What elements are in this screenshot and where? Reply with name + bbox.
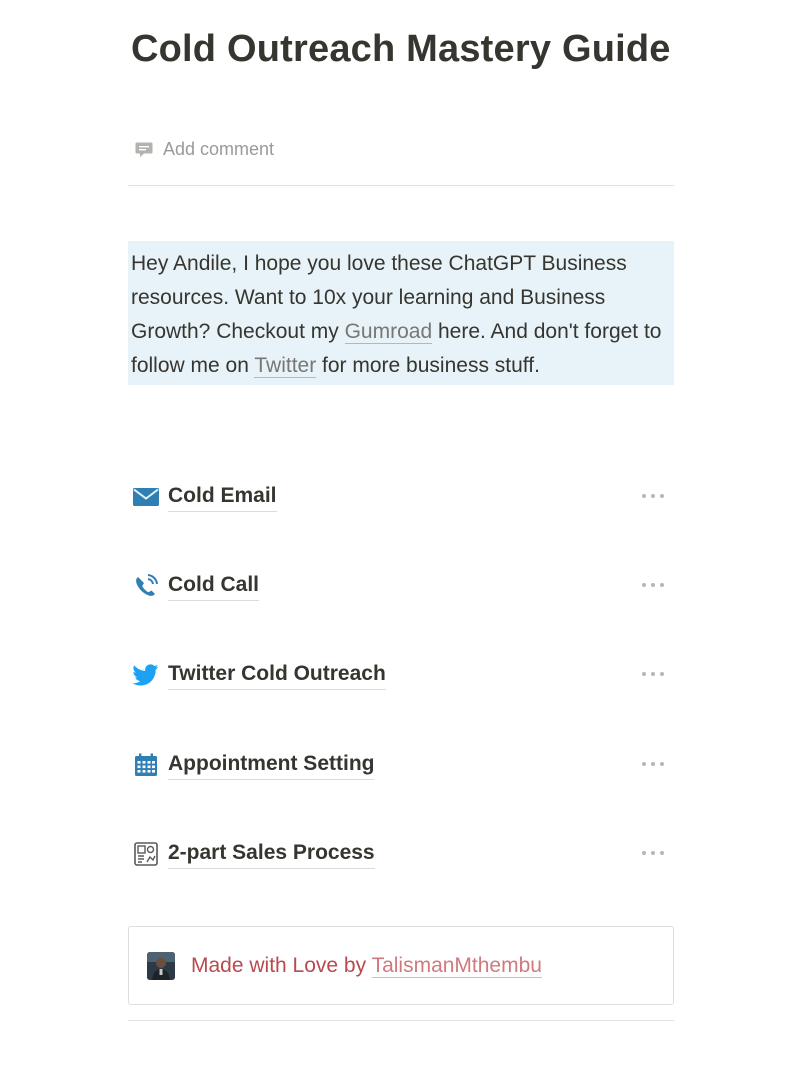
calendar-icon [132,751,160,779]
avatar [147,951,175,980]
more-options-icon[interactable] [642,491,664,501]
add-comment-button[interactable]: Add comment [134,136,274,162]
add-comment-label: Add comment [163,138,275,159]
page-link-cold-call[interactable]: Cold Call [128,566,674,606]
page-link-2-part-sales-process[interactable]: 2-part Sales Process [128,834,674,874]
twitter-link[interactable]: Twitter [254,354,317,378]
more-options-icon[interactable] [642,759,664,769]
author-link[interactable]: TalismanMthembu [371,953,542,978]
page-link-label: Twitter Cold Outreach [168,660,386,690]
page-title[interactable]: Cold Outreach Mastery Guide [131,24,671,74]
gumroad-link[interactable]: Gumroad [344,320,433,344]
page-link-cold-email[interactable]: Cold Email [128,477,674,517]
page-link-appointment-setting[interactable]: Appointment Setting [128,745,674,785]
title-divider [128,185,674,186]
footer-text: Made with Love by [191,953,372,977]
callout-block[interactable]: Hey Andile, I hope you love these ChatGP… [128,241,674,385]
sales-process-icon [132,840,160,868]
callout-text-3: for more business stuff. [316,354,540,377]
footer-callout: Made with Love by TalismanMthembu [128,926,674,1005]
page-link-twitter-cold-outreach[interactable]: Twitter Cold Outreach [128,655,674,695]
page-link-label: 2-part Sales Process [168,839,375,869]
more-options-icon[interactable] [642,580,664,590]
page-link-label: Cold Email [168,482,277,512]
phone-icon [132,572,160,600]
comment-icon [134,139,154,159]
more-options-icon[interactable] [642,669,664,679]
twitter-bird-icon [132,661,160,689]
page-link-label: Appointment Setting [168,750,375,780]
envelope-icon [132,483,160,511]
page-link-label: Cold Call [168,571,260,601]
more-options-icon[interactable] [642,848,664,858]
bottom-divider [128,1020,674,1021]
